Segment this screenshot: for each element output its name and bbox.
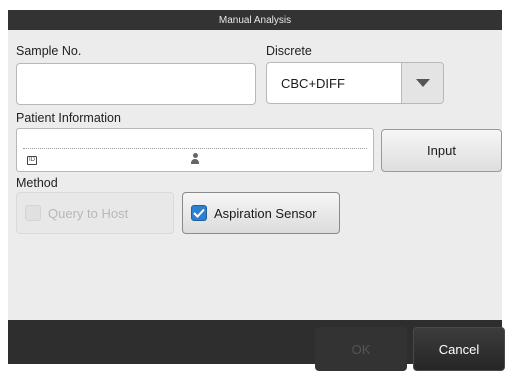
sample-no-label: Sample No. <box>16 44 82 58</box>
patient-info-divider <box>23 148 367 149</box>
discrete-label: Discrete <box>266 44 312 58</box>
aspiration-sensor-label: Aspiration Sensor <box>214 205 317 221</box>
patient-info-field[interactable]: ID <box>16 128 374 172</box>
query-to-host-label: Query to Host <box>48 205 129 221</box>
aspiration-sensor-toggle[interactable]: Aspiration Sensor <box>182 192 340 234</box>
sample-no-input[interactable] <box>16 63 256 105</box>
query-to-host-checkbox <box>25 205 41 221</box>
checkmark-icon <box>193 208 205 218</box>
discrete-value: CBC+DIFF <box>281 76 345 91</box>
aspiration-sensor-checkbox[interactable] <box>191 205 207 221</box>
form-panel: Sample No. Discrete CBC+DIFF Patient Inf… <box>8 30 502 320</box>
discrete-dropdown-button[interactable] <box>401 63 443 103</box>
cancel-button[interactable]: Cancel <box>413 327 505 371</box>
manual-analysis-dialog: Manual Analysis Sample No. Discrete CBC+… <box>0 0 511 372</box>
patient-info-label: Patient Information <box>16 111 121 125</box>
person-icon <box>190 153 200 166</box>
discrete-select[interactable]: CBC+DIFF <box>266 62 444 104</box>
id-card-icon: ID <box>27 156 37 165</box>
query-to-host-toggle: Query to Host <box>16 192 174 234</box>
ok-button[interactable]: OK <box>315 327 407 371</box>
dialog-title: Manual Analysis <box>8 10 502 30</box>
dialog-footer: OK Cancel <box>8 320 505 371</box>
patient-input-button[interactable]: Input <box>381 129 502 172</box>
method-label: Method <box>16 176 58 190</box>
triangle-down-icon <box>415 79 430 87</box>
